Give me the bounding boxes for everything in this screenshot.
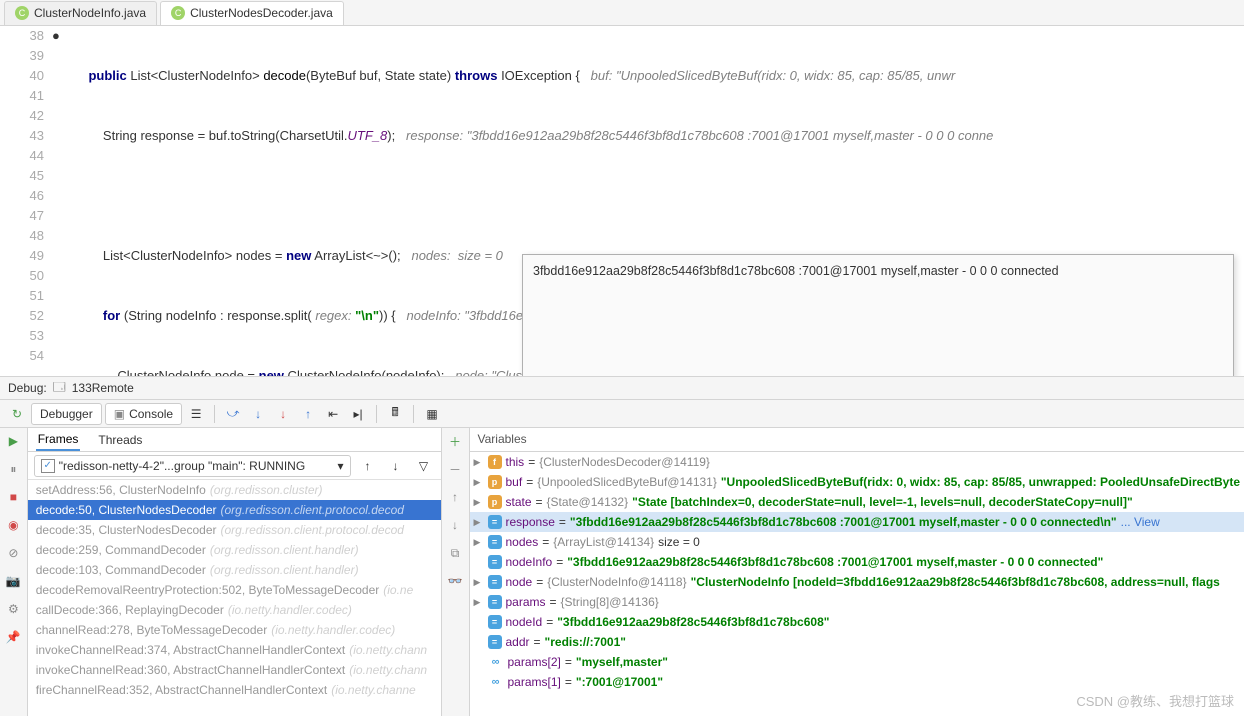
var-list[interactable]: ▶fthis = {ClusterNodesDecoder@14119}▶pbu… — [470, 452, 1244, 716]
gutter: 3839404142434445464748495051525354 — [0, 26, 52, 376]
tab-label: ClusterNodesDecoder.java — [190, 6, 333, 20]
tab-label: ClusterNodeInfo.java — [34, 6, 146, 20]
mute-breakpoints-button[interactable]: ⊘ — [4, 544, 22, 562]
frames-panel: Frames Threads ✓"redisson-netty-4-2"...g… — [28, 428, 442, 716]
view-breakpoints-button[interactable]: ◉ — [4, 516, 22, 534]
frame-row[interactable]: fireChannelRead:352, AbstractChannelHand… — [28, 680, 441, 700]
thread-selector-bar: ✓"redisson-netty-4-2"...group "main": RU… — [28, 452, 441, 480]
step-into-button[interactable]: ↓ — [247, 403, 269, 425]
frame-row[interactable]: setAddress:56, ClusterNodeInfo(org.redis… — [28, 480, 441, 500]
marker-column: ● — [52, 26, 70, 376]
threads-icon[interactable]: ☰ — [185, 403, 207, 425]
stop-button[interactable]: ■ — [4, 488, 22, 506]
value-tooltip: 3fbdd16e912aa29b8f28c5446f3bf8d1c78bc608… — [522, 254, 1234, 376]
prev-frame-button[interactable]: ↑ — [357, 455, 379, 477]
variable-row[interactable]: ∞params[2] = "myself,master" — [470, 652, 1244, 672]
add-watch-button[interactable]: ＋ — [446, 432, 464, 450]
frame-row[interactable]: decode:35, ClusterNodesDecoder(org.redis… — [28, 520, 441, 540]
tab-file-2[interactable]: C ClusterNodesDecoder.java — [160, 1, 344, 25]
vars-header: Variables — [470, 428, 1244, 452]
settings-icon[interactable]: ⚙ — [4, 600, 22, 618]
force-step-into-button[interactable]: ↓ — [272, 403, 294, 425]
next-frame-button[interactable]: ↓ — [385, 455, 407, 477]
debug-label: Debug: — [8, 381, 47, 395]
frame-row[interactable]: invokeChannelRead:374, AbstractChannelHa… — [28, 640, 441, 660]
pin-icon[interactable]: 📌 — [4, 628, 22, 646]
debug-header: Debug: 🗔 133Remote — [0, 376, 1244, 400]
frame-row[interactable]: decode:103, CommandDecoder(org.redisson.… — [28, 560, 441, 580]
pause-button[interactable]: ⏸ — [4, 460, 22, 478]
variable-row[interactable]: =addr = "redis://:7001" — [470, 632, 1244, 652]
variable-row[interactable]: ▶=params = {String[8]@14136} — [470, 592, 1244, 612]
variable-row[interactable]: =nodeInfo = "3fbdd16e912aa29b8f28c5446f3… — [470, 552, 1244, 572]
debug-config[interactable]: 133Remote — [72, 381, 134, 395]
variable-row[interactable]: ▶=nodes = {ArrayList@14134} size = 0 — [470, 532, 1244, 552]
frame-row[interactable]: channelRead:278, ByteToMessageDecoder(io… — [28, 620, 441, 640]
variable-row[interactable]: ▶pbuf = {UnpooledSlicedByteBuf@14131} "U… — [470, 472, 1244, 492]
vars-rail: ＋ － ↑ ↓ ⧉ 👓 — [442, 428, 470, 716]
rerun-button[interactable]: ↻ — [6, 403, 28, 425]
drop-frame-button[interactable]: ⇤ — [322, 403, 344, 425]
variable-row[interactable]: ▶=response = "3fbdd16e912aa29b8f28c5446f… — [470, 512, 1244, 532]
down-icon[interactable]: ↓ — [446, 516, 464, 534]
tab-threads[interactable]: Threads — [96, 430, 144, 450]
step-over-button[interactable]: ⤻ — [222, 403, 244, 425]
evaluate-button[interactable]: 🖩 — [384, 403, 406, 425]
variables-panel: Variables ▶fthis = {ClusterNodesDecoder@… — [470, 428, 1244, 716]
code-editor[interactable]: 3839404142434445464748495051525354 ● pub… — [0, 26, 1244, 376]
run-to-cursor-button[interactable]: ▸| — [347, 403, 369, 425]
glasses-icon[interactable]: 👓 — [446, 572, 464, 590]
frame-row[interactable]: decodeRemovalReentryProtection:502, Byte… — [28, 580, 441, 600]
up-icon[interactable]: ↑ — [446, 488, 464, 506]
frame-row[interactable]: invokeChannelRead:360, AbstractChannelHa… — [28, 660, 441, 680]
java-class-icon: C — [15, 6, 29, 20]
debug-rail: ▶ ⏸ ■ ◉ ⊘ 📷 ⚙ 📌 — [0, 428, 28, 716]
debug-toolbar: ↻ Debugger ▣Console ☰ ⤻ ↓ ↓ ↑ ⇤ ▸| 🖩 ▦ — [0, 400, 1244, 428]
step-out-button[interactable]: ↑ — [297, 403, 319, 425]
thread-select[interactable]: ✓"redisson-netty-4-2"...group "main": RU… — [34, 455, 351, 477]
tab-console[interactable]: ▣Console — [105, 403, 182, 425]
variable-row[interactable]: =nodeId = "3fbdd16e912aa29b8f28c5446f3bf… — [470, 612, 1244, 632]
copy-icon[interactable]: ⧉ — [446, 544, 464, 562]
variable-row[interactable]: ∞params[1] = ":7001@17001" — [470, 672, 1244, 692]
filter-button[interactable]: ▽ — [413, 455, 435, 477]
debug-config-icon: 🗔 — [53, 378, 66, 399]
remove-watch-button[interactable]: － — [446, 460, 464, 478]
snapshot-icon[interactable]: 📷 — [4, 572, 22, 590]
more-icon[interactable]: ▦ — [421, 403, 443, 425]
watermark: CSDN @教练、我想打篮球 — [1076, 691, 1234, 710]
tab-file-1[interactable]: C ClusterNodeInfo.java — [4, 1, 157, 25]
resume-button[interactable]: ▶ — [4, 432, 22, 450]
tab-debugger[interactable]: Debugger — [31, 403, 102, 425]
frame-row[interactable]: decode:259, CommandDecoder(org.redisson.… — [28, 540, 441, 560]
variable-row[interactable]: ▶=node = {ClusterNodeInfo@14118} "Cluste… — [470, 572, 1244, 592]
java-class-icon: C — [171, 6, 185, 20]
tab-frames[interactable]: Frames — [36, 429, 81, 451]
check-icon: ✓ — [41, 459, 55, 473]
editor-tabs: C ClusterNodeInfo.java C ClusterNodesDecod… — [0, 0, 1244, 26]
frame-row[interactable]: callDecode:366, ReplayingDecoder(io.nett… — [28, 600, 441, 620]
debug-panels: ▶ ⏸ ■ ◉ ⊘ 📷 ⚙ 📌 Frames Threads ✓"redisso… — [0, 428, 1244, 716]
variable-row[interactable]: ▶pstate = {State@14132} "State [batchInd… — [470, 492, 1244, 512]
variable-row[interactable]: ▶fthis = {ClusterNodesDecoder@14119} — [470, 452, 1244, 472]
frame-row[interactable]: decode:50, ClusterNodesDecoder(org.redis… — [28, 500, 441, 520]
frame-list[interactable]: setAddress:56, ClusterNodeInfo(org.redis… — [28, 480, 441, 716]
